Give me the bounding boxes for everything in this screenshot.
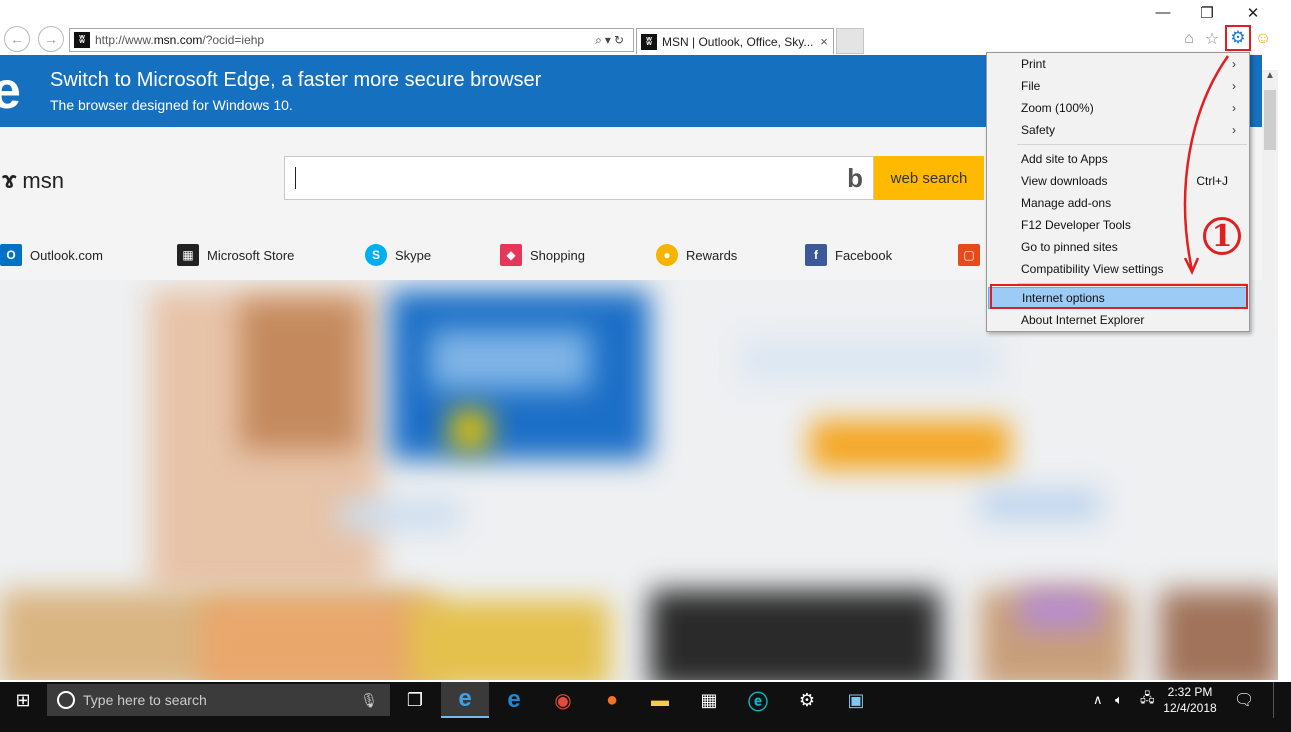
browser-tab[interactable]: ʬ MSN | Outlook, Office, Sky... × xyxy=(636,28,834,54)
show-desktop-button[interactable] xyxy=(1273,682,1274,718)
quicklink-shopping[interactable]: ◆ Shopping xyxy=(500,242,585,268)
microphone-icon[interactable]: 🎙︎ xyxy=(360,692,378,709)
edge-banner-title: Switch to Microsoft Edge, a faster more … xyxy=(50,69,542,91)
tab-title: MSN | Outlook, Office, Sky... xyxy=(662,34,814,49)
annotation-step-number: 1 xyxy=(1200,214,1244,258)
edge-banner-subtitle: The browser designed for Windows 10. xyxy=(50,97,293,113)
quicklink-facebook[interactable]: f Facebook xyxy=(805,242,892,268)
quicklink-label: Facebook xyxy=(835,247,893,263)
firefox-taskbar-icon[interactable]: ● xyxy=(588,682,636,718)
address-bar[interactable]: ʬ http://www.msn.com/?ocid=iehp ⌕▾↻ xyxy=(69,28,634,52)
msn-favicon-icon: ʬ xyxy=(74,32,90,48)
close-button[interactable]: ✕ xyxy=(1238,4,1268,22)
skype-icon: S xyxy=(365,244,387,266)
favorites-star-icon[interactable]: ☆ xyxy=(1202,29,1222,49)
network-icon[interactable]: 🖧︎ xyxy=(1140,682,1155,718)
start-button[interactable]: ⊞ xyxy=(0,682,46,718)
tab-close-button[interactable]: × xyxy=(815,34,833,49)
url-text[interactable]: http://www.msn.com/?ocid=iehp xyxy=(95,33,595,47)
windows-logo-icon: ⊞ xyxy=(15,689,31,710)
volume-muted-icon[interactable]: 🔈︎ xyxy=(1115,682,1123,718)
quicklink-outlook[interactable]: O Outlook.com xyxy=(0,242,103,268)
app-e-taskbar-icon[interactable]: ⓔ xyxy=(734,682,782,718)
chrome-taskbar-icon[interactable]: ◉ xyxy=(539,682,587,718)
arrow-right-icon: → xyxy=(44,31,58,47)
browser-chrome: ← → ʬ http://www.msn.com/?ocid=iehp ⌕▾↻ … xyxy=(0,0,1291,55)
blurred-page-content xyxy=(0,280,1278,680)
quicklink-label: Skype xyxy=(395,247,432,263)
store-taskbar-icon[interactable]: ▦ xyxy=(685,682,733,718)
chevron-down-icon[interactable]: ▾ xyxy=(605,33,614,47)
smiley-feedback-icon[interactable]: ☺ xyxy=(1253,29,1273,49)
file-explorer-taskbar-icon[interactable]: ▬ xyxy=(636,682,684,718)
office-icon: ▢ xyxy=(958,244,980,266)
scroll-thumb[interactable] xyxy=(1264,90,1276,150)
arrow-left-icon: ← xyxy=(10,31,24,47)
system-clock[interactable]: 2:32 PM 12/4/2018 xyxy=(1162,684,1218,716)
restore-button[interactable]: ❐ xyxy=(1192,4,1222,22)
quicklink-skype[interactable]: S Skype xyxy=(365,242,431,268)
shopping-bag-icon: ◆ xyxy=(500,244,522,266)
address-tools[interactable]: ⌕▾↻ xyxy=(595,33,627,48)
internet-explorer-taskbar-icon[interactable]: e xyxy=(441,682,489,718)
quicklink-rewards[interactable]: ● Rewards xyxy=(656,242,737,268)
quicklink-office[interactable]: ▢ xyxy=(958,242,988,268)
control-panel-taskbar-icon[interactable]: ▣ xyxy=(832,682,880,718)
taskbar: ⊞ Type here to search 🎙︎ ❐ e e ◉ ● ▬ ▦ ⓔ… xyxy=(0,682,1291,732)
rewards-medal-icon: ● xyxy=(656,244,678,266)
bing-logo-icon: b xyxy=(847,163,863,193)
screen: ← → ʬ http://www.msn.com/?ocid=iehp ⌕▾↻ … xyxy=(0,0,1291,732)
store-bag-icon: ▦ xyxy=(177,244,199,266)
action-center-icon[interactable]: 🗨︎ xyxy=(1234,690,1256,710)
web-search-button[interactable]: web search xyxy=(874,156,984,200)
scroll-up-arrow-icon[interactable]: ▲ xyxy=(1262,70,1278,86)
new-tab-button[interactable] xyxy=(836,28,864,54)
tray-chevron-icon[interactable]: ∧ xyxy=(1093,682,1103,718)
tools-gear-button[interactable]: ⚙ xyxy=(1225,25,1251,51)
msn-search-input[interactable]: b xyxy=(284,156,874,200)
tab-favicon-icon: ʬ xyxy=(641,33,657,50)
taskbar-search-placeholder: Type here to search xyxy=(83,692,207,708)
settings-taskbar-icon[interactable]: ⚙ xyxy=(783,682,831,718)
clock-time: 2:32 PM xyxy=(1167,685,1213,699)
quicklink-store[interactable]: ▦ Microsoft Store xyxy=(177,242,294,268)
text-caret xyxy=(295,167,296,189)
facebook-icon: f xyxy=(805,244,827,266)
outlook-icon: O xyxy=(0,244,22,266)
search-icon[interactable]: ⌕ xyxy=(595,33,605,47)
refresh-icon[interactable]: ↻ xyxy=(614,33,627,47)
menu-item-about-ie[interactable]: About Internet Explorer xyxy=(988,309,1248,331)
msn-butterfly-icon: ɤ xyxy=(2,167,17,194)
msn-logo[interactable]: ɤ msn xyxy=(2,167,64,195)
annotation-highlight-box xyxy=(990,284,1248,309)
home-icon[interactable]: ⌂ xyxy=(1179,29,1199,49)
quicklink-label: Microsoft Store xyxy=(207,247,295,263)
quicklink-label: Shopping xyxy=(530,247,585,263)
page-scrollbar[interactable]: ▲ xyxy=(1262,70,1278,332)
edge-logo-icon: e xyxy=(0,62,21,120)
minimize-button[interactable]: — xyxy=(1148,4,1178,21)
clock-date: 12/4/2018 xyxy=(1163,701,1217,715)
quicklink-label: Outlook.com xyxy=(30,247,103,263)
forward-button[interactable]: → xyxy=(38,26,64,52)
edge-taskbar-icon[interactable]: e xyxy=(490,682,538,718)
cortana-icon xyxy=(57,691,75,709)
task-view-icon[interactable]: ❐ xyxy=(391,682,439,718)
taskbar-search-box[interactable]: Type here to search 🎙︎ xyxy=(47,684,390,716)
quicklink-label: Rewards xyxy=(686,247,738,263)
gear-icon: ⚙ xyxy=(1230,28,1246,47)
back-button[interactable]: ← xyxy=(4,26,30,52)
